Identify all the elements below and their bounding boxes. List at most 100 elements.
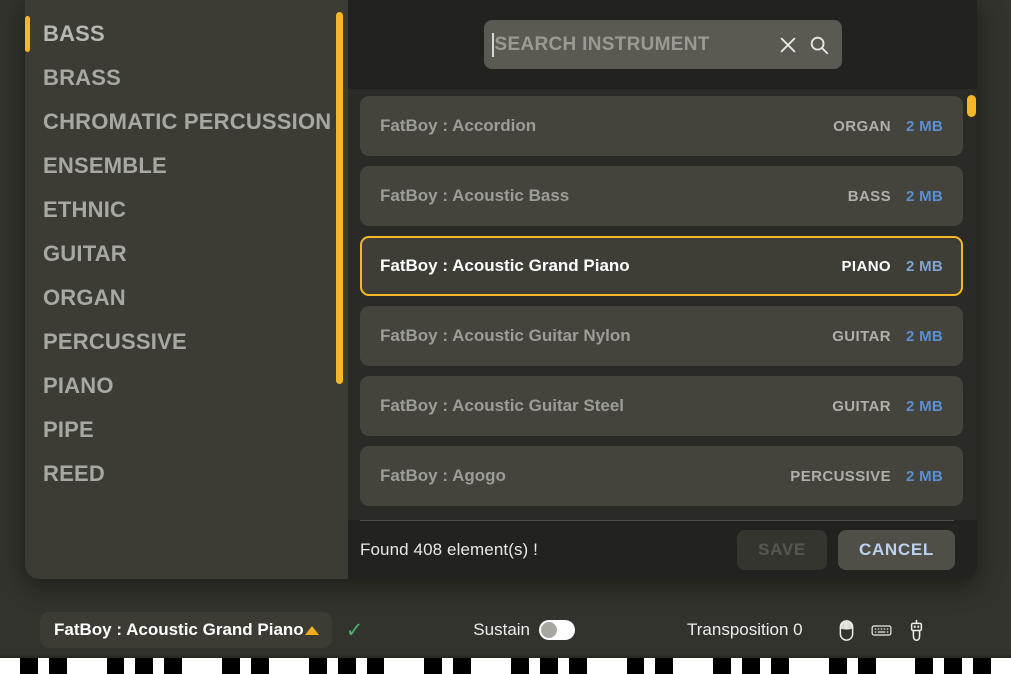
piano-black-key[interactable] [944, 658, 963, 674]
sidebar-item-label: BRASS [43, 64, 122, 90]
found-count-label: Found 408 element(s) ! [360, 539, 538, 559]
piano-black-key[interactable] [308, 658, 327, 674]
piano-black-key[interactable] [770, 658, 789, 674]
instrument-size: 2 MB [905, 117, 943, 135]
divider [360, 520, 954, 521]
instrument-category: GUITAR [832, 327, 891, 345]
instrument-name: FatBoy : Acoustic Grand Piano [380, 256, 630, 275]
sidebar-item-guitar[interactable]: GUITAR [25, 232, 348, 276]
table-row[interactable]: FatBoy : Agogo PERCUSSIVE 2 MB [360, 446, 963, 506]
piano-black-key[interactable] [828, 658, 847, 674]
current-instrument-selector[interactable]: FatBoy : Acoustic Grand Piano [40, 612, 332, 648]
sidebar-item-brass[interactable]: BRASS [25, 56, 348, 100]
instrument-name: FatBoy : Acoustic Guitar Nylon [380, 326, 631, 345]
keyboard-icon[interactable] [871, 619, 892, 642]
sidebar-item-label: GUITAR [43, 240, 127, 266]
piano-black-key[interactable] [857, 658, 876, 674]
piano-black-key[interactable] [48, 658, 67, 674]
piano-black-key[interactable] [453, 658, 472, 674]
instrument-size: 2 MB [905, 397, 943, 415]
piano-black-key[interactable] [626, 658, 645, 674]
usb-midi-icon[interactable] [906, 619, 927, 642]
search-input[interactable]: SEARCH INSTRUMENT [483, 20, 842, 69]
piano-black-key[interactable] [366, 658, 385, 674]
sustain-toggle-group[interactable]: Sustain [473, 620, 575, 640]
modal-content: SEARCH INSTRUMENT FatBoy: Accordion ORG… [348, 0, 977, 579]
piano-keyboard[interactable] [0, 658, 1011, 674]
sidebar-item-label: REED [43, 460, 105, 486]
sidebar-item-piano[interactable]: PIANO [25, 364, 348, 408]
sidebar-item-label: ENSEMBLE [43, 152, 167, 178]
instrument-name: FatBoy : Agogo [380, 466, 506, 485]
sidebar-item-percussive[interactable]: PERCUSSIVE [25, 320, 348, 364]
io-device-icons [836, 619, 927, 642]
search-placeholder: SEARCH INSTRUMENT [494, 33, 710, 55]
piano-black-key[interactable] [222, 658, 241, 674]
table-row[interactable]: FatBoy : Acoustic Guitar Nylon GUITAR 2 … [360, 306, 963, 366]
chevron-up-icon [304, 625, 319, 635]
sustain-label: Sustain [473, 620, 530, 639]
instrument-list-scrollbar[interactable] [967, 95, 976, 117]
piano-black-key[interactable] [742, 658, 760, 674]
save-button[interactable]: SAVE [737, 529, 827, 570]
piano-black-key[interactable] [135, 658, 154, 674]
sidebar-item-label: PERCUSSIVE [43, 328, 187, 354]
piano-black-key[interactable] [510, 658, 529, 674]
table-row[interactable]: FatBoy : Acoustic Bass BASS 2 MB [360, 166, 963, 226]
sidebar-item-label: BASS [43, 21, 105, 46]
sidebar-scrollbar[interactable] [336, 12, 343, 384]
mouse-icon[interactable] [836, 619, 857, 642]
instrument-name: FatBoy : Accordion [380, 116, 537, 135]
sidebar-item-pipe[interactable]: PIPE [25, 408, 348, 452]
sidebar-item-label: PIANO [43, 372, 114, 398]
sidebar-item-label: ETHNIC [43, 196, 127, 222]
sidebar-item-reed[interactable]: REED [25, 452, 348, 496]
sidebar-item-label: ORGAN [43, 284, 126, 310]
piano-black-key[interactable] [19, 658, 38, 674]
piano-black-key[interactable] [973, 658, 992, 674]
category-sidebar: BASS BRASS CHROMATIC PERCUSSION ENSEMBLE… [25, 0, 348, 579]
app-root: BASS BRASS CHROMATIC PERCUSSION ENSEMBLE… [0, 0, 1011, 674]
instrument-category: PIANO [841, 257, 891, 275]
sidebar-item-label: PIPE [43, 416, 94, 442]
instrument-category: BASS [847, 187, 891, 205]
piano-black-key[interactable] [568, 658, 587, 674]
instrument-name: FatBoy : Acoustic Bass [380, 186, 570, 205]
check-icon: ✓ [345, 618, 364, 642]
instrument-size: 2 MB [905, 257, 943, 275]
instrument-size: 2 MB [905, 187, 943, 205]
sidebar-item-organ[interactable]: ORGAN [25, 276, 348, 320]
current-instrument-label: FatBoy : Acoustic Grand Piano [54, 620, 304, 639]
piano-black-key[interactable] [106, 658, 125, 674]
sustain-toggle[interactable] [539, 620, 575, 640]
magnifier-icon[interactable] [808, 34, 830, 56]
cancel-button[interactable]: CANCEL [837, 529, 955, 570]
sidebar-item-ensemble[interactable]: ENSEMBLE [25, 144, 348, 188]
instrument-category: ORGAN [833, 117, 891, 135]
piano-black-key[interactable] [424, 658, 443, 674]
sidebar-item-label: CHROMATIC PERCUSSION [43, 108, 332, 134]
instrument-size: 2 MB [905, 327, 943, 345]
category-list: BASS BRASS CHROMATIC PERCUSSION ENSEMBLE… [25, 12, 348, 495]
table-row[interactable]: FatBoy : Accordion ORGAN 2 MB [360, 96, 963, 156]
sidebar-item-bass[interactable]: BASS [25, 12, 348, 56]
table-row-selected[interactable]: FatBoy : Acoustic Grand Piano PIANO 2 MB [360, 236, 963, 296]
instrument-picker-dialog: BASS BRASS CHROMATIC PERCUSSION ENSEMBLE… [25, 0, 977, 579]
piano-black-key[interactable] [251, 658, 269, 674]
piano-black-key[interactable] [915, 658, 934, 674]
text-caret [491, 32, 494, 57]
sidebar-item-ethnic[interactable]: ETHNIC [25, 188, 348, 232]
close-x-icon[interactable] [777, 34, 799, 56]
piano-black-key[interactable] [713, 658, 732, 674]
piano-black-key[interactable] [655, 658, 674, 674]
instrument-category: PERCUSSIVE [790, 467, 891, 485]
sidebar-item-chromatic-percussion[interactable]: CHROMATIC PERCUSSION [25, 100, 348, 144]
instrument-name: FatBoy : Acoustic Guitar Steel [380, 396, 625, 415]
piano-black-key[interactable] [337, 658, 356, 674]
bottom-toolbar: FatBoy : Acoustic Grand Piano ✓ Sustain … [0, 600, 1011, 660]
table-row[interactable]: FatBoy : Acoustic Guitar Steel GUITAR 2 … [360, 376, 963, 436]
transposition-label[interactable]: Transposition 0 [687, 620, 803, 640]
piano-black-key[interactable] [164, 658, 183, 674]
piano-black-key[interactable] [539, 658, 558, 674]
modal-header: SEARCH INSTRUMENT [348, 0, 977, 89]
